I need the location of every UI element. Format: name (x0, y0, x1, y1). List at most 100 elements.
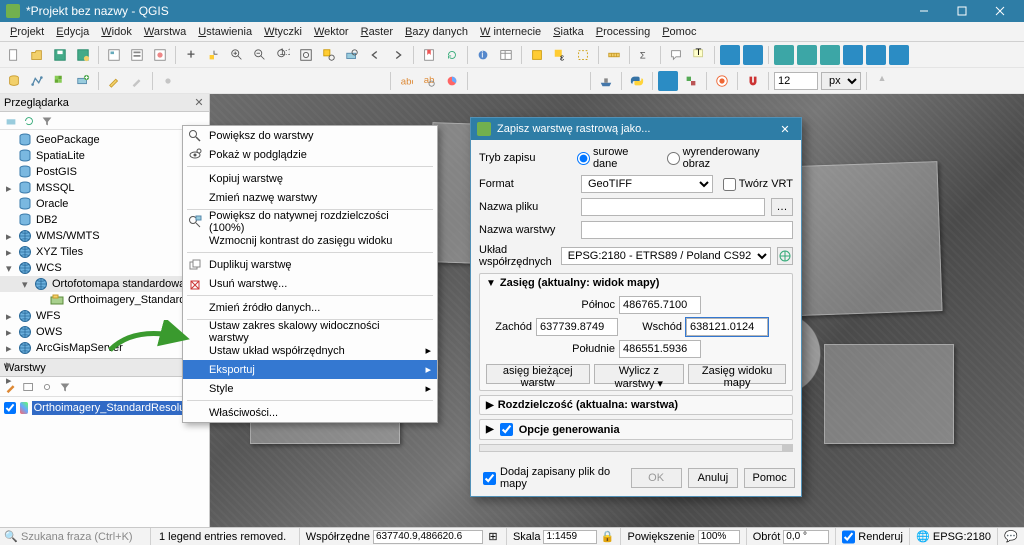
bookmark-icon[interactable] (419, 45, 439, 65)
west-input[interactable] (536, 318, 618, 336)
generation-section-header[interactable]: ▶Opcje generowania (480, 420, 792, 439)
layers-collapse-icon[interactable] (111, 379, 127, 395)
magnifier-input[interactable] (698, 530, 740, 544)
dialog-scrollbar[interactable] (479, 444, 793, 452)
layers-expand-icon[interactable] (93, 379, 109, 395)
save-edits-icon[interactable] (127, 71, 147, 91)
add-line-icon[interactable] (181, 71, 201, 91)
magnet-icon[interactable] (743, 71, 763, 91)
zoom-full-icon[interactable] (296, 45, 316, 65)
messages-icon[interactable]: 💬 (1004, 530, 1018, 544)
deselect-icon[interactable] (573, 45, 593, 65)
menu-wektor[interactable]: Wektor (308, 24, 355, 40)
status-epsg[interactable]: EPSG:2180 (933, 531, 991, 543)
browser-item[interactable]: SpatiaLite (0, 148, 209, 164)
browser-item[interactable]: ▸XYZ Tiles (0, 244, 209, 260)
copy-icon[interactable] (296, 71, 316, 91)
diagram-icon[interactable] (442, 71, 462, 91)
add-poly-icon[interactable] (204, 71, 224, 91)
menu-widok[interactable]: Widok (95, 24, 138, 40)
render-checkbox[interactable] (842, 530, 855, 544)
ship-icon[interactable] (596, 71, 616, 91)
identify-icon[interactable]: i (473, 45, 493, 65)
refresh-icon[interactable] (442, 45, 462, 65)
help-button[interactable]: Pomoc (744, 468, 795, 488)
plugin-icon-6[interactable] (843, 45, 863, 65)
styles-icon[interactable] (150, 45, 170, 65)
python-icon[interactable] (627, 71, 647, 91)
ctx-item[interactable]: Eksportuj▸ (183, 360, 437, 379)
coord-toggle-icon[interactable]: ⊞ (486, 530, 500, 544)
menu-projekt[interactable]: Projekt (4, 24, 50, 40)
browser-item[interactable]: ▸ArcGisMapServer (0, 340, 209, 356)
zoom-in-icon[interactable] (227, 45, 247, 65)
cut-icon[interactable] (273, 71, 293, 91)
tool-icon-d[interactable] (941, 71, 961, 91)
browser-item[interactable]: ▸OWS (0, 324, 209, 340)
browser-item[interactable]: ▸MSSQL (0, 180, 209, 196)
browser-collapse-icon[interactable] (57, 113, 73, 129)
minimize-button[interactable] (906, 0, 942, 22)
open-icon[interactable] (27, 45, 47, 65)
ctx-item[interactable]: Zmień źródło danych... (183, 298, 437, 317)
zoom-selection-icon[interactable] (319, 45, 339, 65)
label-config-icon[interactable]: ab (419, 71, 439, 91)
lock-icon[interactable]: 🔒 (600, 530, 614, 544)
browser-item[interactable]: DB2 (0, 212, 209, 228)
create-vrt-checkbox[interactable] (723, 178, 736, 191)
maptips-icon[interactable] (666, 45, 686, 65)
crs-icon[interactable]: 🌐 (916, 530, 930, 544)
stats-icon[interactable]: Σ (635, 45, 655, 65)
north-input[interactable] (619, 296, 701, 314)
change-label-icon[interactable] (565, 71, 585, 91)
close-button[interactable] (982, 0, 1018, 22)
menu-edycja[interactable]: Edycja (50, 24, 95, 40)
ctx-item[interactable]: Ustaw układ współrzędnych▸ (183, 341, 437, 360)
zoom-next-icon[interactable] (388, 45, 408, 65)
dialog-close-icon[interactable]: ✕ (775, 123, 795, 136)
zoom-out-icon[interactable] (250, 45, 270, 65)
coordinate-input[interactable] (373, 530, 483, 544)
plugin-icon-5[interactable] (820, 45, 840, 65)
tool-icon-b[interactable] (895, 71, 915, 91)
browser-item[interactable]: ▾Ortofotomapa standardowa (0, 276, 209, 292)
ctx-item[interactable]: Powiększ do warstwy (183, 126, 437, 145)
east-input[interactable] (686, 318, 768, 336)
browser-item[interactable]: ▸WMS/WMTS (0, 228, 209, 244)
pan-selection-icon[interactable] (204, 45, 224, 65)
view-extent-button[interactable]: Zasięg widoku mapy (688, 364, 786, 384)
browser-item[interactable]: Oracle (0, 196, 209, 212)
add-to-map-checkbox[interactable] (483, 472, 496, 485)
raster-icon[interactable] (50, 71, 70, 91)
browse-file-button[interactable]: … (771, 198, 793, 216)
ctx-item[interactable]: Style▸ (183, 379, 437, 398)
browser-item[interactable]: Orthoimagery_StandardRes (0, 292, 209, 308)
plugin-icon-2[interactable] (743, 45, 763, 65)
add-point-icon[interactable] (158, 71, 178, 91)
plugin-manager-icon[interactable] (681, 71, 701, 91)
browser-item[interactable]: GeoPackage (0, 132, 209, 148)
browser-close-icon[interactable]: ✕ (193, 97, 205, 109)
filename-input[interactable] (581, 198, 765, 216)
plugin-icon-1[interactable] (720, 45, 740, 65)
save-as-icon[interactable] (73, 45, 93, 65)
new-layer-icon[interactable] (73, 71, 93, 91)
maximize-button[interactable] (944, 0, 980, 22)
browser-item[interactable]: ▾WCS (0, 260, 209, 276)
menu-w-internecie[interactable]: W internecie (474, 24, 547, 40)
pin-label-icon[interactable] (473, 71, 493, 91)
delete-sel-icon[interactable] (250, 71, 270, 91)
browser-filter-icon[interactable] (39, 113, 55, 129)
select-icon[interactable] (527, 45, 547, 65)
zoom-layer-icon[interactable] (342, 45, 362, 65)
new-project-icon[interactable] (4, 45, 24, 65)
snap-unit-select[interactable]: px (821, 72, 861, 90)
rotation-input[interactable] (783, 530, 829, 544)
ctx-item[interactable]: Wzmocnij kontrast do zasięgu widoku (183, 231, 437, 250)
tool-icon-c[interactable] (918, 71, 938, 91)
ctx-item[interactable]: Usuń warstwę... (183, 274, 437, 293)
browser-item[interactable]: PostGIS (0, 164, 209, 180)
layers-list[interactable]: Orthoimagery_StandardResolution (0, 397, 209, 527)
layers-expr-icon[interactable] (75, 379, 91, 395)
menu-raster[interactable]: Raster (355, 24, 399, 40)
